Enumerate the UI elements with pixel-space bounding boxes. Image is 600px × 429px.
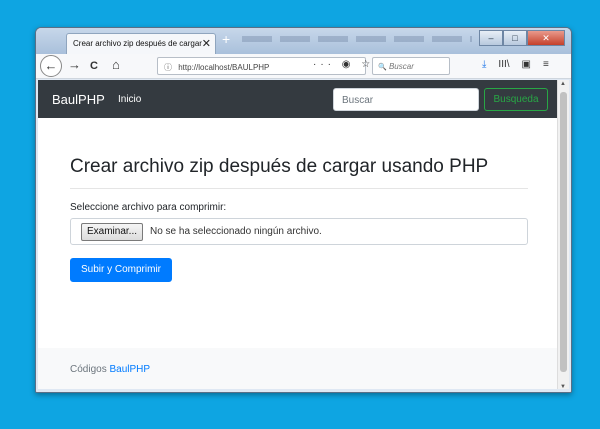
window-controls: – □ ✕ [479, 30, 565, 46]
title-bar: Crear archivo zip después de cargar ✕ + … [36, 28, 571, 54]
home-button[interactable]: ⌂ [112, 57, 120, 72]
back-button[interactable]: ← [40, 55, 62, 77]
divider [70, 188, 528, 189]
tab-close-icon[interactable]: ✕ [202, 37, 211, 50]
url-text: http://localhost/BAULPHP [178, 63, 270, 72]
faded-bookmarks [242, 36, 472, 42]
site-navbar: BaulPHP Inicio Buscar Busqueda [38, 80, 557, 118]
footer-prefix: Códigos [70, 364, 107, 375]
menu-icon[interactable]: ≡ [543, 59, 549, 70]
file-field-label: Seleccione archivo para comprimir: [70, 202, 227, 213]
close-window-button[interactable]: ✕ [527, 30, 565, 46]
vertical-scrollbar[interactable]: ▲ ▼ [557, 80, 569, 391]
file-status-text: No se ha seleccionado ningún archivo. [150, 226, 322, 237]
site-footer: Códigos BaulPHP [38, 348, 557, 391]
sidebar-icon[interactable]: ▣ [522, 59, 531, 70]
scroll-thumb[interactable] [560, 92, 567, 372]
download-icon[interactable]: ⤓ [482, 59, 486, 70]
page-title: Crear archivo zip después de cargar usan… [70, 156, 489, 177]
footer-text: Códigos BaulPHP [70, 364, 150, 375]
maximize-button[interactable]: □ [503, 30, 527, 46]
search-icon: 🔍 [378, 64, 387, 71]
search-button[interactable]: Busqueda [484, 88, 548, 111]
site-brand[interactable]: BaulPHP [52, 92, 105, 107]
upload-compress-button[interactable]: Subir y Comprimir [70, 258, 172, 282]
forward-button[interactable]: → [68, 57, 81, 72]
minimize-button[interactable]: – [479, 30, 503, 46]
footer-link[interactable]: BaulPHP [109, 364, 150, 375]
nav-link-inicio[interactable]: Inicio [118, 94, 141, 105]
reload-button[interactable]: C [90, 60, 98, 72]
tab-title: Crear archivo zip después de cargar [73, 39, 202, 48]
browser-tab[interactable]: Crear archivo zip después de cargar ✕ [66, 33, 216, 54]
browser-search-placeholder: Buscar [388, 62, 414, 71]
status-bar [36, 389, 571, 392]
browser-window: Crear archivo zip después de cargar ✕ + … [35, 27, 572, 393]
info-icon[interactable]: ⓘ [164, 63, 172, 72]
page-viewport: BaulPHP Inicio Buscar Busqueda Crear arc… [38, 80, 557, 391]
library-icon[interactable]: III\ [498, 59, 509, 70]
toolbar-tools: ⤓ III\ ▣ ≡ [482, 59, 549, 70]
browser-toolbar: ← → C ⌂ ⓘ http://localhost/BAULPHP ··· ◉… [36, 54, 571, 79]
new-tab-button[interactable]: + [222, 31, 230, 47]
page-actions-icon[interactable]: ··· ◉ ☆ [313, 59, 374, 70]
browser-search-input[interactable]: 🔍 Buscar [372, 57, 450, 75]
site-search-input[interactable]: Buscar [333, 88, 479, 111]
browse-button[interactable]: Examinar... [81, 223, 144, 241]
scroll-up-icon[interactable]: ▲ [560, 81, 566, 87]
file-input[interactable]: Examinar... No se ha seleccionado ningún… [70, 218, 528, 245]
